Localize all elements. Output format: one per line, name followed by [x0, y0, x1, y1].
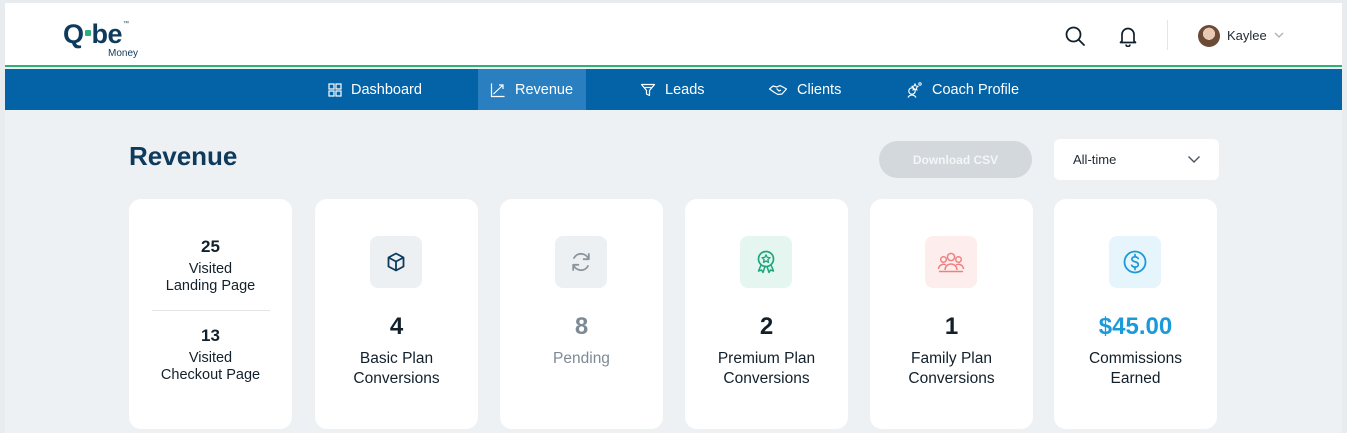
nav-dashboard-label: Dashboard — [351, 81, 422, 98]
family-icon — [937, 252, 965, 273]
landing-visits-stat: 25 Visited Landing Page — [129, 237, 292, 295]
pending-label: Pending — [500, 349, 663, 369]
cube-icon — [387, 252, 405, 272]
commissions-icon-box — [1109, 236, 1161, 288]
logo-text-rest: be — [91, 19, 123, 49]
logo-subtitle: Money — [108, 48, 139, 59]
premium-plan-label-line2: Conversions — [723, 370, 810, 387]
user-name[interactable]: Kaylee — [1227, 28, 1267, 43]
header-divider — [1167, 20, 1168, 50]
top-header: Qbe ™ Money Kaylee — [5, 3, 1342, 67]
nav-coach-profile-label: Coach Profile — [932, 81, 1020, 98]
nav-leads-label: Leads — [665, 81, 705, 98]
checkout-visits-label-line1: Visited — [188, 350, 233, 366]
premium-plan-label: Premium Plan Conversions — [685, 349, 848, 389]
family-plan-icon-box — [925, 236, 977, 288]
period-select-value: All-time — [1073, 152, 1117, 167]
landing-visits-label-line2: Landing Page — [165, 278, 256, 294]
app-frame: Qbe ™ Money Kaylee Dashboard Revenue Lea… — [5, 3, 1342, 433]
checkout-visits-label: Visited Checkout Page — [129, 350, 292, 384]
landing-visits-label-line1: Visited — [188, 261, 233, 277]
grid-icon — [328, 82, 342, 97]
commissions-label-line2: Earned — [1110, 370, 1161, 387]
dollar-icon — [1123, 250, 1147, 274]
family-plan-card: 1 Family Plan Conversions — [870, 199, 1033, 429]
nav-clients[interactable]: Clients — [756, 69, 853, 110]
pending-icon-box — [555, 236, 607, 288]
family-plan-label-line1: Family Plan — [911, 350, 992, 367]
logo-trademark: ™ — [123, 21, 129, 27]
nav-revenue-label: Revenue — [515, 81, 574, 98]
commissions-label: Commissions Earned — [1054, 349, 1217, 389]
checkout-visits-label-line2: Checkout Page — [160, 367, 261, 383]
premium-plan-value: 2 — [759, 313, 774, 340]
nav-coach-profile[interactable]: Coach Profile — [893, 69, 1031, 110]
logo-text: Q — [63, 19, 84, 49]
pending-value: 8 — [574, 313, 589, 340]
premium-plan-icon-box — [740, 236, 792, 288]
download-csv-button[interactable]: Download CSV — [879, 141, 1032, 178]
logo-dot-icon — [84, 30, 91, 36]
nav-dashboard[interactable]: Dashboard — [316, 69, 434, 110]
period-select[interactable]: All-time — [1054, 139, 1219, 180]
premium-plan-card: 2 Premium Plan Conversions — [685, 199, 848, 429]
family-plan-label: Family Plan Conversions — [870, 349, 1033, 389]
award-icon — [757, 250, 775, 274]
basic-plan-card: 4 Basic Plan Conversions — [315, 199, 478, 429]
basic-plan-icon-box — [370, 236, 422, 288]
family-plan-label-line2: Conversions — [908, 370, 995, 387]
visits-card: 25 Visited Landing Page 13 Visited Check… — [129, 199, 292, 429]
chevron-down-icon — [1188, 156, 1200, 163]
family-plan-value: 1 — [944, 313, 959, 340]
nav-revenue[interactable]: Revenue — [478, 69, 586, 110]
filter-icon — [640, 83, 656, 96]
chevron-down-icon[interactable] — [1273, 30, 1285, 40]
search-icon[interactable] — [1064, 25, 1086, 47]
checkout-visits-value: 13 — [201, 326, 220, 345]
commissions-label-line1: Commissions — [1088, 350, 1182, 367]
basic-plan-label-line2: Conversions — [353, 370, 440, 387]
logo-wordmark: Qbe ™ — [63, 20, 163, 48]
commissions-value: $45.00 — [1098, 313, 1173, 340]
page-title: Revenue — [129, 141, 238, 171]
basic-plan-value: 4 — [389, 313, 404, 340]
basic-plan-label: Basic Plan Conversions — [315, 349, 478, 389]
avatar[interactable] — [1198, 25, 1220, 47]
nav-clients-label: Clients — [797, 81, 842, 98]
main-nav: Dashboard Revenue Leads Clients Coach Pr… — [5, 69, 1342, 110]
landing-visits-label: Visited Landing Page — [129, 261, 292, 295]
basic-plan-label-line1: Basic Plan — [359, 350, 434, 367]
card-divider — [152, 310, 270, 311]
refresh-icon — [572, 252, 590, 272]
commissions-card: $45.00 Commissions Earned — [1054, 199, 1217, 429]
premium-plan-label-line1: Premium Plan — [717, 350, 816, 367]
pending-card: 8 Pending — [500, 199, 663, 429]
checkout-visits-stat: 13 Visited Checkout Page — [129, 326, 292, 384]
pending-label-line1: Pending — [553, 350, 610, 367]
handshake-icon — [768, 84, 788, 95]
coach-icon — [907, 81, 922, 98]
trend-up-icon — [490, 83, 505, 97]
logo[interactable]: Qbe ™ Money — [63, 20, 163, 64]
nav-leads[interactable]: Leads — [628, 69, 717, 110]
landing-visits-value: 25 — [201, 237, 220, 256]
bell-icon[interactable] — [1117, 25, 1139, 47]
